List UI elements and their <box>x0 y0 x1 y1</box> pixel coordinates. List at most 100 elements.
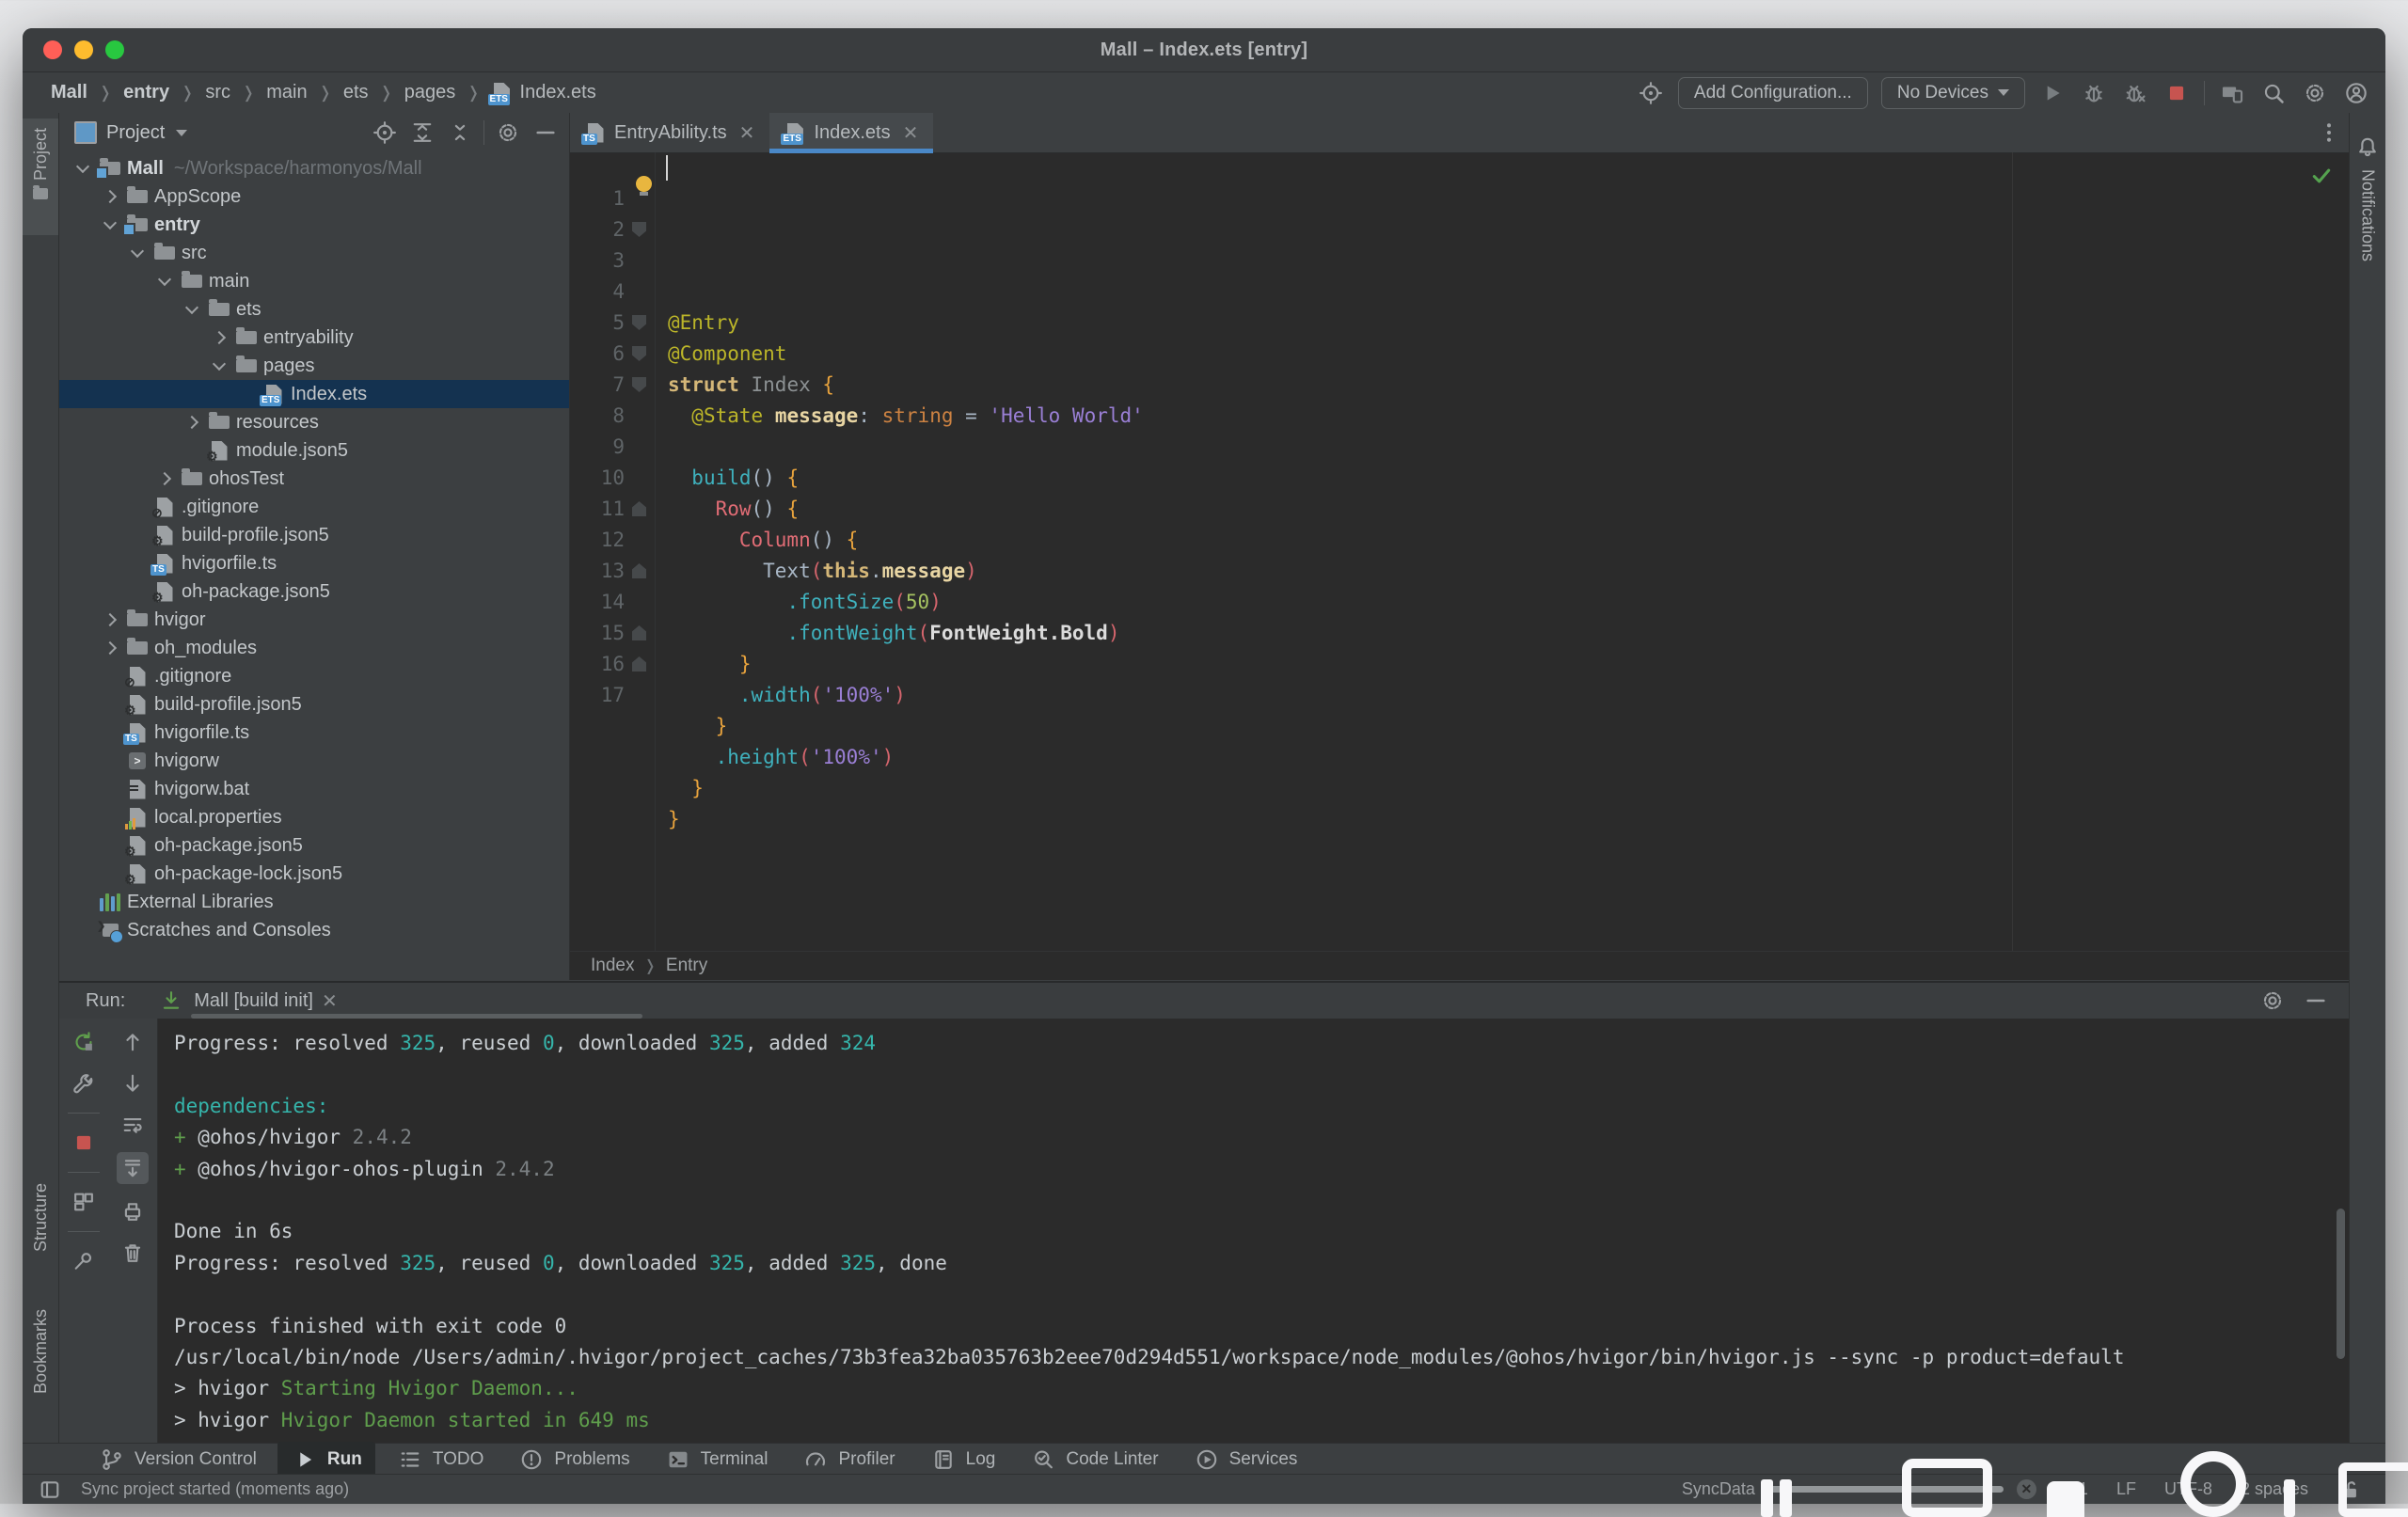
tree-item[interactable]: ⚙ build-profile.json5 <box>59 690 569 719</box>
add-configuration-button[interactable]: Add Configuration... <box>1678 77 1868 109</box>
dock-icon[interactable] <box>1902 1474 1992 1517</box>
tree-item[interactable]: hvigorw.bat <box>59 775 569 803</box>
toolwindow-tab-profiler[interactable]: Profiler <box>788 1442 908 1477</box>
search-icon[interactable] <box>2259 79 2288 107</box>
breadcrumb-item[interactable]: Entry <box>666 956 707 976</box>
editor-tab[interactable]: TS EntryAbility.ts✕ <box>570 113 769 152</box>
build-settings-icon[interactable] <box>70 1069 98 1098</box>
code-line[interactable]: 11 .fontWeight(FontWeight.Bold) <box>570 463 2349 494</box>
fold-marker-icon[interactable] <box>632 501 646 516</box>
rail-tab-notifications[interactable]: Notifications <box>2350 124 2385 350</box>
tree-item[interactable]: main <box>59 267 569 295</box>
breadcrumb-item[interactable]: pages <box>404 82 456 103</box>
collapse-all-icon[interactable] <box>446 119 474 147</box>
close-window-button[interactable] <box>43 40 62 59</box>
tree-item[interactable]: External Libraries <box>59 888 569 916</box>
breadcrumb-item[interactable]: Mall <box>51 82 87 103</box>
breadcrumb-item[interactable]: entry <box>123 82 169 103</box>
panel-settings-icon[interactable] <box>494 119 522 147</box>
code-line[interactable]: 5 <box>570 277 2349 308</box>
tree-expand-chevron[interactable] <box>158 472 171 485</box>
toolwindow-tab-version-control[interactable]: Version Control <box>85 1442 270 1477</box>
up-icon[interactable] <box>119 1028 147 1056</box>
debug-icon[interactable] <box>2080 79 2108 107</box>
code-line[interactable]: 13 .width('100%') <box>570 525 2349 556</box>
breadcrumb-item[interactable]: ets <box>343 82 369 103</box>
stop-icon[interactable] <box>70 1129 98 1157</box>
zoom-window-button[interactable] <box>105 40 124 59</box>
tree-collapse-chevron[interactable] <box>213 357 226 371</box>
close-icon[interactable]: ✕ <box>322 989 338 1013</box>
code-line[interactable]: 7 Row() { <box>570 339 2349 370</box>
tree-item[interactable]: resources <box>59 408 569 436</box>
chevron-down-icon[interactable] <box>176 130 187 136</box>
device-locator-icon[interactable] <box>1637 79 1665 107</box>
hide-run-panel-icon[interactable] <box>2302 987 2330 1015</box>
code-line[interactable]: 3 struct Index { <box>570 214 2349 245</box>
clear-icon[interactable] <box>119 1239 147 1267</box>
tree-item[interactable]: oh_modules <box>59 634 569 662</box>
tree-collapse-chevron[interactable] <box>76 160 89 173</box>
dock-icon[interactable] <box>2180 1474 2246 1517</box>
project-view-selector[interactable]: Project <box>106 122 165 144</box>
rail-tab-project[interactable]: Project <box>23 119 58 235</box>
minimize-window-button[interactable] <box>74 40 93 59</box>
toolwindow-tab-code-linter[interactable]: Code Linter <box>1016 1442 1171 1477</box>
tree-item[interactable]: ohosTest <box>59 465 569 493</box>
tool-window-toggle-icon[interactable] <box>36 1476 64 1504</box>
toolwindow-tab-log[interactable]: Log <box>916 1442 1009 1477</box>
tree-item[interactable]: local.properties <box>59 803 569 831</box>
code-line[interactable]: 12 } <box>570 494 2349 525</box>
intention-bulb-icon[interactable] <box>636 176 652 192</box>
tree-expand-chevron[interactable] <box>213 331 226 344</box>
tree-item[interactable]: ⚙ oh-package.json5 <box>59 577 569 606</box>
tree-item[interactable]: ⊘ .gitignore <box>59 493 569 521</box>
tree-item[interactable]: ❯ Scratches and Consoles <box>59 916 569 944</box>
toolwindow-tab-todo[interactable]: TODO <box>383 1442 498 1477</box>
tree-item[interactable]: entry <box>59 211 569 239</box>
tree-item[interactable]: src <box>59 239 569 267</box>
breadcrumb-item[interactable]: ETSIndex.ets <box>492 82 596 103</box>
profile-icon[interactable] <box>2342 79 2370 107</box>
tree-item[interactable]: > hvigorw <box>59 747 569 775</box>
tree-item[interactable]: ⚙ module.json5 <box>59 436 569 465</box>
fold-marker-icon[interactable] <box>632 377 646 392</box>
tree-item[interactable]: TS hvigorfile.ts <box>59 719 569 747</box>
code-line[interactable]: 6 build() { <box>570 308 2349 339</box>
code-line[interactable]: 4 @State message: string = 'Hello World' <box>570 245 2349 277</box>
toolwindow-tab-services[interactable]: Services <box>1180 1442 1311 1477</box>
settings-gear-icon[interactable] <box>2301 79 2329 107</box>
device-selector-dropdown[interactable]: No Devices <box>1881 77 2025 109</box>
tree-item[interactable]: hvigor <box>59 606 569 634</box>
code-editor[interactable]: 1 @Entry 2 @Component 3 struct Index { 4… <box>570 152 2349 952</box>
tree-expand-chevron[interactable] <box>103 641 117 655</box>
fold-marker-icon[interactable] <box>632 346 646 361</box>
code-line[interactable]: 10 .fontSize(50) <box>570 432 2349 463</box>
tree-expand-chevron[interactable] <box>185 416 198 429</box>
code-line[interactable]: 2 @Component <box>570 183 2349 214</box>
fold-marker-icon[interactable] <box>632 625 646 640</box>
scroll-to-end-icon[interactable] <box>117 1152 149 1184</box>
tree-collapse-chevron[interactable] <box>103 216 117 229</box>
tree-item[interactable]: ETS Index.ets <box>59 380 569 408</box>
run-console[interactable]: Progress: resolved 325, reused 0, downlo… <box>157 1019 2349 1446</box>
tree-item[interactable]: AppScope <box>59 182 569 211</box>
cancel-icon[interactable]: ✕ <box>2017 1479 2036 1499</box>
fold-marker-icon[interactable] <box>632 656 646 672</box>
tree-item[interactable]: ⊘ .gitignore <box>59 662 569 690</box>
tree-item[interactable]: ⚙ build-profile.json5 <box>59 521 569 549</box>
tree-item[interactable]: ⚙ oh-package.json5 <box>59 831 569 860</box>
tree-item[interactable]: TS hvigorfile.ts <box>59 549 569 577</box>
restore-layout-icon[interactable] <box>70 1188 98 1216</box>
tree-item[interactable]: Mall ~/Workspace/harmonyos/Mall <box>59 154 569 182</box>
locate-file-icon[interactable] <box>371 119 399 147</box>
run-settings-gear-icon[interactable] <box>2258 987 2287 1015</box>
tree-item[interactable]: entryability <box>59 324 569 352</box>
print-icon[interactable] <box>119 1197 147 1225</box>
dock-icon[interactable] <box>2338 1474 2408 1517</box>
device-manager-icon[interactable] <box>2218 79 2246 107</box>
fold-marker-icon[interactable] <box>632 563 646 578</box>
tree-expand-chevron[interactable] <box>103 613 117 626</box>
rerun-icon[interactable] <box>70 1028 98 1056</box>
toolwindow-tab-terminal[interactable]: Terminal <box>651 1442 782 1477</box>
